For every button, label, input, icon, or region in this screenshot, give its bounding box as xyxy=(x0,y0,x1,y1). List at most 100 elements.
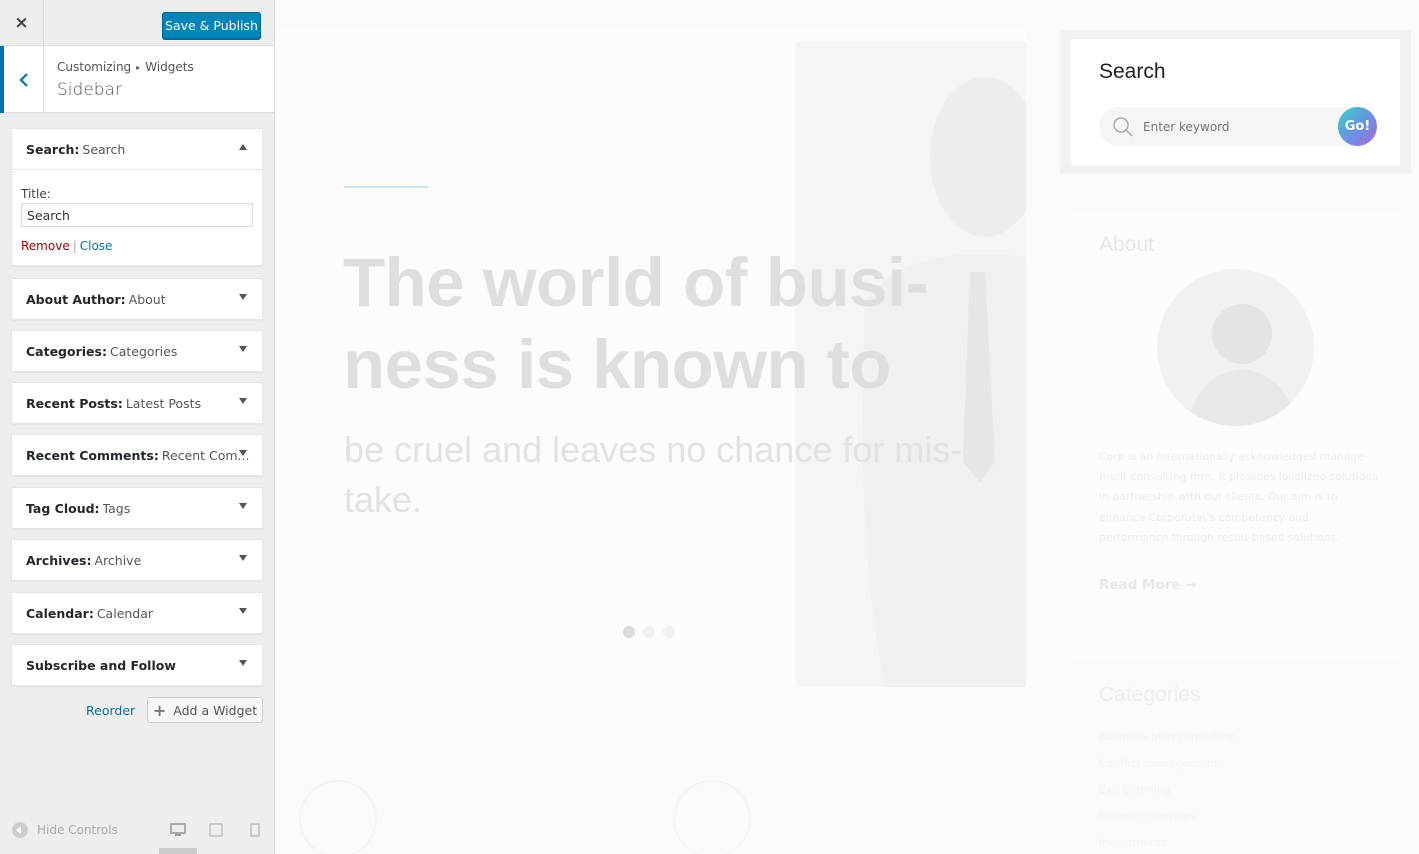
widget-search-form: Title: Remove|Close xyxy=(12,169,262,265)
widget-about-author[interactable]: About Author: About xyxy=(11,278,263,320)
category-link[interactable]: Conflict management xyxy=(1099,751,1235,778)
add-widget-button[interactable]: + Add a Widget xyxy=(147,697,263,723)
desktop-icon xyxy=(170,823,186,836)
breadcrumb-customizing: Customizing xyxy=(57,60,132,74)
widget-archives[interactable]: Archives: Archive xyxy=(11,539,263,581)
hero-title: The world of busi- ness is known to xyxy=(343,242,963,406)
save-publish-button[interactable]: Save & Publish xyxy=(162,12,261,39)
about-author-photo xyxy=(1157,269,1314,426)
hide-controls-label: Hide Controls xyxy=(37,823,118,837)
slider-dots xyxy=(623,626,675,638)
widget-recent-comments[interactable]: Recent Comments: Recent Com... xyxy=(11,434,263,476)
search-go-button[interactable]: Go! xyxy=(1338,107,1377,146)
widget-name: About xyxy=(128,291,166,307)
expand-arrow-icon[interactable] xyxy=(239,450,247,456)
widget-subscribe-follow[interactable]: Subscribe and Follow xyxy=(11,644,263,686)
section-title: Sidebar xyxy=(57,80,122,100)
widget-header[interactable]: Recent Posts: Latest Posts xyxy=(12,383,262,423)
widget-type: Search: xyxy=(26,141,80,157)
collapse-arrow-icon[interactable] xyxy=(239,144,247,150)
widget-header[interactable]: Categories: Categories xyxy=(12,331,262,371)
expand-arrow-icon[interactable] xyxy=(239,608,247,614)
customizer-footer: Hide Controls xyxy=(0,813,274,854)
widget-categories[interactable]: Categories: Categories xyxy=(11,330,263,372)
widget-type: Subscribe and Follow xyxy=(26,657,176,673)
customizer-header: × Save & Publish xyxy=(0,0,274,46)
widget-header[interactable]: Subscribe and Follow xyxy=(12,645,262,685)
breadcrumb-widgets: Widgets xyxy=(145,60,194,74)
site-preview[interactable]: The world of busi- ness is known to be c… xyxy=(275,0,1419,854)
widget-calendar[interactable]: Calendar: Calendar xyxy=(11,592,263,634)
slider-dot[interactable] xyxy=(623,626,635,638)
about-description: Corp is an internationally acknowledged … xyxy=(1099,450,1378,544)
category-link[interactable]: Investments xyxy=(1099,830,1235,854)
widget-tag-cloud[interactable]: Tag Cloud: Tags xyxy=(11,487,263,529)
category-link[interactable]: Financial services xyxy=(1099,804,1235,831)
feature-icon-circle xyxy=(673,780,751,854)
widget-header[interactable]: Archives: Archive xyxy=(12,540,262,580)
close-customizer-button[interactable]: × xyxy=(0,0,44,46)
mobile-icon xyxy=(250,823,260,837)
widget-actions: Remove | Close xyxy=(21,239,253,253)
hero-slider: The world of busi- ness is known to be c… xyxy=(275,30,1026,687)
widget-recent-posts[interactable]: Recent Posts: Latest Posts xyxy=(11,382,263,424)
widget-name: Categories xyxy=(109,343,178,359)
hero-accent-line xyxy=(344,186,428,188)
widget-type: Archives: xyxy=(26,552,92,568)
widget-name: Recent Com... xyxy=(161,447,250,463)
widget-name: Latest Posts xyxy=(125,395,202,411)
widget-name: Archive xyxy=(94,552,142,568)
hero-subtitle: be cruel and leaves no chance for mis- t… xyxy=(344,425,964,525)
widget-type: Recent Comments: xyxy=(26,447,159,463)
widget-header[interactable]: Calendar: Calendar xyxy=(12,593,262,633)
widget-header[interactable]: About Author: About xyxy=(12,279,262,319)
search-widget-title: Search xyxy=(1099,60,1166,83)
expand-arrow-icon[interactable] xyxy=(239,503,247,509)
chevron-left-icon xyxy=(18,72,28,87)
widget-search-header[interactable]: Search: Search xyxy=(12,129,262,169)
widget-type: Recent Posts: xyxy=(26,395,123,411)
hero-title-line: The world of busi- xyxy=(343,244,929,321)
expand-arrow-icon[interactable] xyxy=(239,294,247,300)
read-more-link[interactable]: Read More → xyxy=(1099,577,1197,593)
plus-icon: + xyxy=(152,700,167,720)
desktop-preview-button[interactable] xyxy=(169,822,187,838)
slider-dot[interactable] xyxy=(663,626,675,638)
widget-header[interactable]: Tag Cloud: Tags xyxy=(12,488,262,528)
widget-type: Categories: xyxy=(26,343,107,359)
customizer-panel: × Save & Publish Customizing ▸ Widgets Sid… xyxy=(0,0,275,854)
add-widget-label: Add a Widget xyxy=(173,702,258,718)
title-input[interactable] xyxy=(21,203,253,227)
close-link[interactable]: Close xyxy=(80,239,113,253)
expand-arrow-icon[interactable] xyxy=(239,398,247,404)
reorder-link[interactable]: Reorder xyxy=(86,703,135,718)
widget-search: Search: Search Title: Remove|Close xyxy=(11,128,263,266)
expand-arrow-icon[interactable] xyxy=(239,660,247,666)
mobile-preview-button[interactable] xyxy=(246,822,264,838)
expand-arrow-icon[interactable] xyxy=(239,346,247,352)
back-button[interactable] xyxy=(0,46,44,113)
hero-subtitle-line: be cruel and leaves no chance for mis- xyxy=(344,429,963,470)
widget-name: Calendar xyxy=(96,605,154,621)
tablet-icon xyxy=(209,823,223,837)
slider-dot[interactable] xyxy=(643,626,655,638)
hero-subtitle-line: take. xyxy=(344,479,423,520)
widget-type: About Author: xyxy=(26,291,126,307)
hide-controls-button[interactable]: Hide Controls xyxy=(12,822,118,838)
search-input[interactable] xyxy=(1143,107,1323,146)
category-link[interactable]: Business plan consulting xyxy=(1099,724,1235,751)
search-form: Go! xyxy=(1099,107,1377,146)
widget-header[interactable]: Recent Comments: Recent Com... xyxy=(12,435,262,475)
tablet-preview-button[interactable] xyxy=(207,822,225,838)
widget-name: Search xyxy=(82,141,126,157)
action-separator: | xyxy=(72,239,77,253)
hero-title-line: ness is known to xyxy=(343,326,891,403)
remove-link[interactable]: Remove xyxy=(21,239,70,253)
about-widget-title: About xyxy=(1099,233,1154,256)
title-label: Title: xyxy=(21,187,51,201)
categories-widget-title: Categories xyxy=(1099,683,1201,706)
expand-arrow-icon[interactable] xyxy=(239,555,247,561)
search-icon xyxy=(1113,117,1133,137)
breadcrumb-separator: ▸ xyxy=(136,63,141,72)
category-link[interactable]: Exit planning xyxy=(1099,777,1235,804)
